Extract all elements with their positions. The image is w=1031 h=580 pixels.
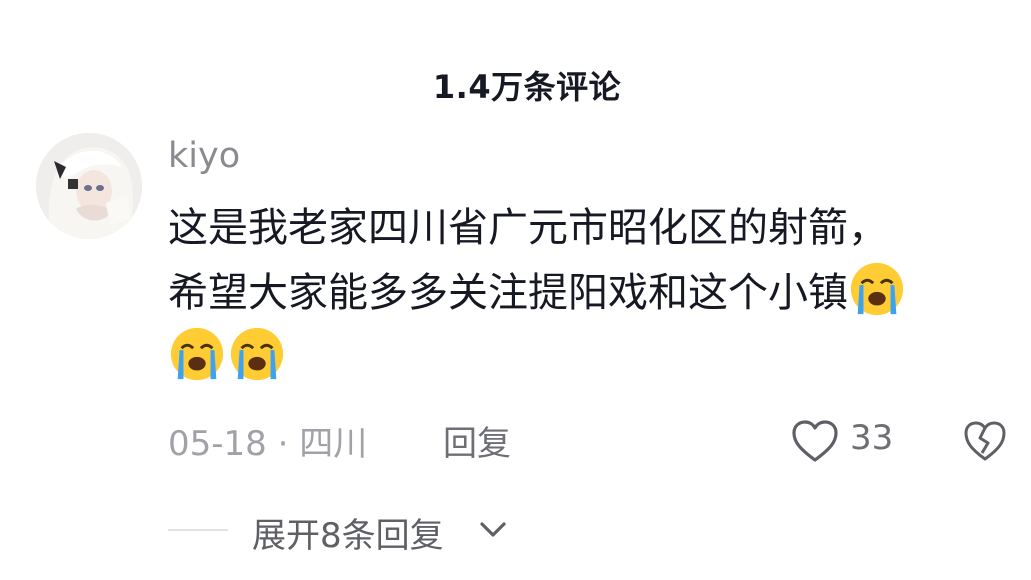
- meta-separator: ·: [277, 424, 289, 464]
- loudly-crying-face-icon: [850, 262, 904, 316]
- chevron-down-icon[interactable]: [478, 518, 508, 540]
- comment-line-1: 这是我老家四川省广元市昭化区的射箭，: [168, 205, 888, 251]
- broken-heart-icon[interactable]: [962, 419, 1008, 463]
- avatar-image: [36, 133, 142, 239]
- expand-replies-button[interactable]: 展开8条回复: [252, 508, 444, 557]
- loudly-crying-face-icon: [170, 327, 224, 381]
- comments-count-title: 1.4万条评论: [432, 68, 622, 106]
- like-count: 33: [850, 418, 894, 458]
- comment-line-3: [168, 325, 998, 390]
- expand-divider: [168, 529, 228, 531]
- comment-date: 05-18: [168, 424, 267, 464]
- comment-username[interactable]: kiyo: [168, 136, 240, 176]
- loudly-crying-face-icon: [230, 327, 284, 381]
- reply-button[interactable]: 回复: [443, 416, 511, 465]
- comment-line-2: 希望大家能多多关注提阳戏和这个小镇: [168, 260, 998, 325]
- comment-line-2-text: 希望大家能多多关注提阳戏和这个小镇: [168, 270, 848, 316]
- comment-meta: 05-18 · 四川: [168, 416, 367, 465]
- comment-location: 四川: [299, 424, 368, 464]
- heart-icon[interactable]: [790, 418, 840, 464]
- comment-text: 这是我老家四川省广元市昭化区的射箭， 希望大家能多多关注提阳戏和这个小镇: [168, 196, 998, 390]
- avatar[interactable]: [36, 133, 142, 239]
